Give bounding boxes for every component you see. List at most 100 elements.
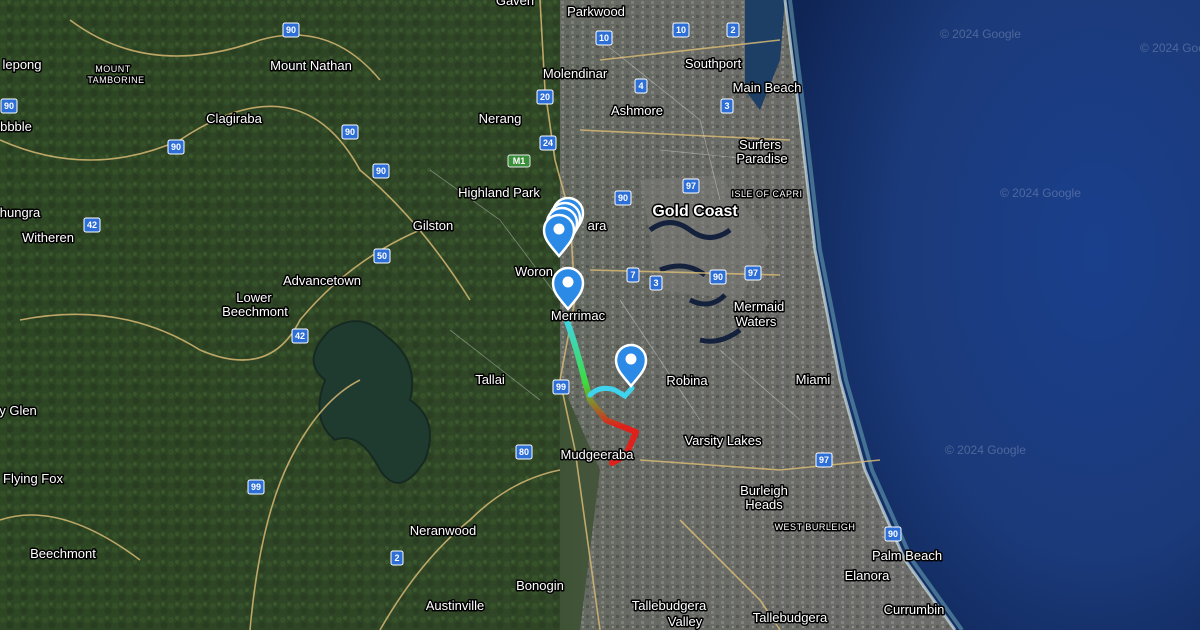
place-label: MOUNT (95, 64, 131, 74)
place-label: Woron (515, 264, 553, 279)
svg-text:2: 2 (730, 25, 735, 35)
route-shield: 99 (247, 479, 265, 495)
route-shield: 10 (595, 30, 613, 46)
place-label: Paradise (736, 151, 787, 166)
place-label: Mount Nathan (270, 58, 352, 73)
svg-text:42: 42 (295, 331, 305, 341)
route-shield: 90 (341, 124, 359, 140)
place-label: bbble (0, 119, 32, 134)
place-label: Main Beach (733, 80, 802, 95)
m1-shield: M1 (507, 154, 531, 168)
route-shield: 50 (373, 248, 391, 264)
svg-text:90: 90 (171, 142, 181, 152)
svg-text:90: 90 (618, 193, 628, 203)
place-label: Clagiraba (206, 111, 262, 126)
google-watermark: © 2024 Google (1000, 186, 1081, 200)
place-label: Currumbin (884, 602, 945, 617)
svg-text:99: 99 (556, 382, 566, 392)
route-shield: 10 (672, 22, 690, 38)
place-label: TAMBORINE (87, 75, 144, 85)
route-shield: 80 (515, 444, 533, 460)
place-label: Witheren (22, 230, 74, 245)
route-shield: 90 (372, 163, 390, 179)
place-label: ISLE OF CAPRI (731, 189, 802, 199)
route-shield: 3 (649, 275, 663, 291)
svg-text:2: 2 (394, 553, 399, 563)
place-label: Gilston (413, 218, 453, 233)
route-shield: 90 (0, 98, 18, 114)
place-label: Mermaid (734, 299, 785, 314)
google-watermark: © 2024 Google (945, 443, 1026, 457)
place-label: Beechmont (222, 304, 288, 319)
place-label: Palm Beach (872, 548, 942, 563)
place-label: Lower (236, 290, 272, 305)
route-shield: 42 (83, 217, 101, 233)
place-label: Elanora (845, 568, 891, 583)
place-label: Gaven (496, 0, 534, 8)
map-canvas[interactable]: Gaven Parkwood Molendinar Southport Ashmore M… (0, 0, 1200, 630)
route-shield: 90 (167, 139, 185, 155)
svg-text:90: 90 (888, 529, 898, 539)
m1-shield-badge: M1 (507, 154, 531, 168)
place-label: Heads (745, 497, 783, 512)
place-label: Burleigh (740, 483, 788, 498)
place-label: Nerang (479, 111, 522, 126)
place-label: lepong (2, 57, 41, 72)
svg-text:20: 20 (540, 92, 550, 102)
route-shield: 2 (390, 550, 404, 566)
google-watermark: © 2024 Google (940, 27, 1021, 41)
svg-text:99: 99 (251, 482, 261, 492)
route-shield: 2 (726, 22, 740, 38)
place-label: Tallai (475, 372, 505, 387)
route-shield: 4 (634, 78, 648, 94)
svg-text:90: 90 (713, 272, 723, 282)
place-label: Varsity Lakes (684, 433, 762, 448)
route-shield: 42 (291, 328, 309, 344)
place-label: Highland Park (458, 185, 540, 200)
place-label: Neranwood (410, 523, 477, 538)
svg-text:7: 7 (630, 270, 635, 280)
place-label: Molendinar (543, 66, 608, 81)
route-shield: 97 (682, 178, 700, 194)
place-label: Gold Coast (652, 203, 738, 220)
route-shield: 20 (536, 89, 554, 105)
place-label: Merrimac (551, 308, 606, 323)
svg-text:42: 42 (87, 220, 97, 230)
place-label: Waters (736, 314, 777, 329)
svg-text:M1: M1 (513, 156, 526, 166)
place-label: Bonogin (516, 578, 564, 593)
route-shield: 90 (884, 526, 902, 542)
place-label: Flying Fox (3, 471, 63, 486)
svg-text:90: 90 (345, 127, 355, 137)
place-label: Parkwood (567, 4, 625, 19)
svg-text:90: 90 (4, 101, 14, 111)
route-shield: 3 (720, 98, 734, 114)
place-label: Advancetown (283, 273, 361, 288)
svg-text:10: 10 (676, 25, 686, 35)
route-shield: 97 (744, 265, 762, 281)
svg-text:10: 10 (599, 33, 609, 43)
google-watermark: © 2024 Google (1140, 41, 1200, 55)
place-label: Southport (685, 56, 742, 71)
place-label: Miami (796, 372, 831, 387)
svg-text:90: 90 (376, 166, 386, 176)
place-label: Tallebudgera (753, 610, 828, 625)
route-shield: 97 (815, 452, 833, 468)
place-label: Tallebudgera (632, 598, 707, 613)
place-label: Austinville (426, 598, 485, 613)
route-shield: 24 (539, 135, 557, 151)
svg-text:97: 97 (748, 268, 758, 278)
place-label: WEST BURLEIGH (775, 522, 856, 532)
svg-text:3: 3 (653, 278, 658, 288)
place-label: y Glen (0, 403, 37, 418)
svg-text:50: 50 (377, 251, 387, 261)
svg-text:24: 24 (543, 138, 553, 148)
route-shield: 7 (626, 267, 640, 283)
svg-text:4: 4 (638, 81, 643, 91)
route-shield: 99 (552, 379, 570, 395)
svg-text:97: 97 (686, 181, 696, 191)
satellite-map[interactable]: Gaven Parkwood Molendinar Southport Ashmore M… (0, 0, 1200, 630)
place-label: Beechmont (30, 546, 96, 561)
place-label: Valley (668, 614, 703, 629)
place-label: Mudgeeraba (561, 447, 635, 462)
